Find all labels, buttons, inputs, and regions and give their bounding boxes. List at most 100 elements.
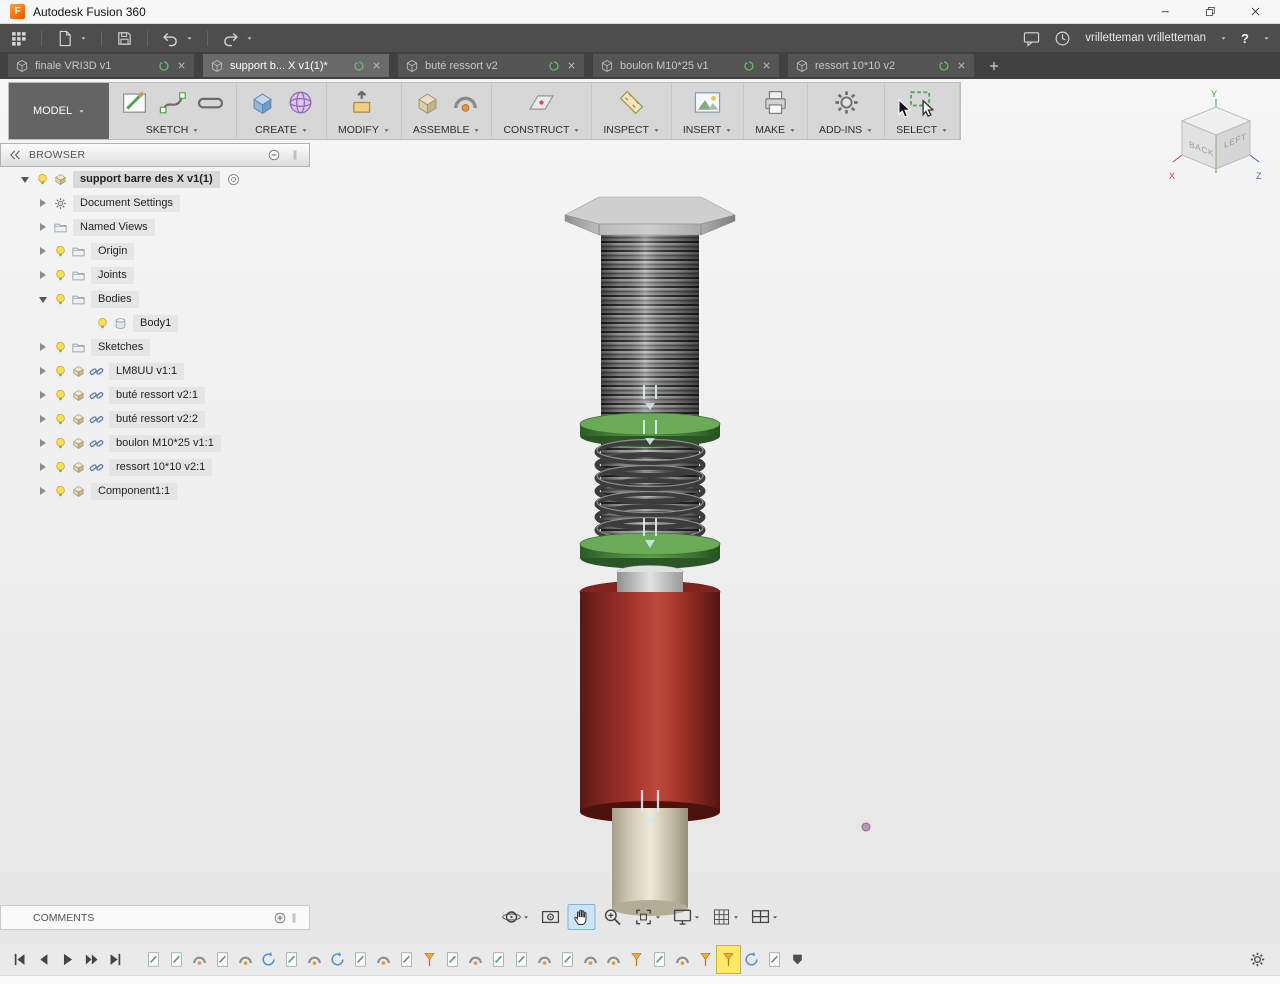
expand-icon[interactable] <box>38 486 49 497</box>
bolt-head[interactable] <box>564 196 736 236</box>
create-sketch-button[interactable] <box>120 88 149 122</box>
spring-stop-lower[interactable] <box>579 532 721 569</box>
smooth-rod-collar[interactable] <box>616 565 684 593</box>
bulb-icon[interactable] <box>53 436 68 451</box>
ribbon-group-dropdown[interactable]: ADD-INS <box>819 122 873 136</box>
document-tab[interactable]: finale VRI3D v1 <box>8 54 194 77</box>
sync-status-icon[interactable] <box>158 60 170 72</box>
expand-icon[interactable] <box>38 390 49 401</box>
ribbon-group-dropdown[interactable]: INSPECT <box>603 122 660 136</box>
bulb-icon[interactable] <box>53 460 68 475</box>
timeline-feature-motion[interactable] <box>740 946 763 973</box>
collapse-icon[interactable] <box>20 174 31 185</box>
timeline-feature-motion[interactable] <box>326 946 349 973</box>
bulb-icon[interactable] <box>53 484 68 499</box>
new-component-button[interactable] <box>413 88 442 122</box>
job-status-icon[interactable] <box>1054 30 1071 47</box>
browser-item[interactable]: ressort 10*10 v2:1 <box>0 455 310 479</box>
timeline-feature-joint[interactable] <box>602 946 625 973</box>
ribbon-group-dropdown[interactable]: SKETCH <box>146 122 200 136</box>
construct-plane-button[interactable] <box>527 88 556 122</box>
timeline-feature-sketch[interactable] <box>349 946 372 973</box>
bulb-icon[interactable] <box>53 388 68 403</box>
close-x-icon[interactable] <box>371 60 382 71</box>
close-x-icon[interactable] <box>566 60 577 71</box>
timeline-feature-joint[interactable] <box>671 946 694 973</box>
app-grid-icon[interactable] <box>10 30 27 47</box>
help-menu[interactable]: ? <box>1241 31 1249 46</box>
user-caret-icon[interactable] <box>1220 35 1227 42</box>
viewports-button[interactable] <box>747 904 783 930</box>
extrude-button[interactable] <box>248 88 277 122</box>
make-print-button[interactable] <box>761 88 790 122</box>
timeline-feature-origin[interactable] <box>418 946 441 973</box>
expand-icon[interactable] <box>38 198 49 209</box>
collapse-icon[interactable] <box>38 294 49 305</box>
insert-image-button[interactable] <box>693 88 722 122</box>
ribbon-group-dropdown[interactable]: MODIFY <box>338 122 390 136</box>
comments-grip-icon[interactable] <box>287 911 301 925</box>
timeline-feature-sketch[interactable] <box>395 946 418 973</box>
undo-icon[interactable] <box>162 30 179 47</box>
expand-icon[interactable] <box>38 270 49 281</box>
bulb-icon[interactable] <box>35 172 50 187</box>
browser-item[interactable]: Named Views <box>0 215 310 239</box>
timeline-feature-joint[interactable] <box>303 946 326 973</box>
model-canvas[interactable]: MODEL SKETCH CREATE MODIFY ASSEMBLE CONSTRUC… <box>0 79 1280 944</box>
go-to-end-button[interactable] <box>104 948 126 972</box>
step-forward-button[interactable] <box>80 948 102 972</box>
document-tab[interactable]: support b... X v1(1)* <box>203 54 389 77</box>
expand-icon[interactable] <box>38 462 49 473</box>
look-at-button[interactable] <box>537 904 565 930</box>
browser-item[interactable]: Component1:1 <box>0 479 310 503</box>
timeline-feature-sketch[interactable] <box>165 946 188 973</box>
zoom-button[interactable] <box>599 904 627 930</box>
bulb-icon[interactable] <box>53 268 68 283</box>
browser-item[interactable]: buté ressort v2:1 <box>0 383 310 407</box>
spline-button[interactable] <box>158 88 187 122</box>
step-back-button[interactable] <box>32 948 54 972</box>
document-tab[interactable]: boulon M10*25 v1 <box>593 54 779 77</box>
timeline-feature-sketch[interactable] <box>211 946 234 973</box>
browser-item[interactable]: Sketches <box>0 335 310 359</box>
timeline-feature-sketch[interactable] <box>441 946 464 973</box>
restore-icon[interactable] <box>1204 5 1217 18</box>
timeline-feature-sketch[interactable] <box>763 946 786 973</box>
close-icon[interactable] <box>1249 5 1262 18</box>
redo-caret-icon[interactable] <box>246 35 253 42</box>
close-x-icon[interactable] <box>176 60 187 71</box>
fit-button[interactable] <box>630 904 666 930</box>
expand-icon[interactable] <box>38 438 49 449</box>
expand-icon[interactable] <box>38 222 49 233</box>
timeline-feature-sketch[interactable] <box>648 946 671 973</box>
sync-status-icon[interactable] <box>353 60 365 72</box>
add-comment-icon[interactable] <box>273 911 287 925</box>
browser-item[interactable]: Joints <box>0 263 310 287</box>
browser-item[interactable]: boulon M10*25 v1:1 <box>0 431 310 455</box>
timeline-feature-origin[interactable] <box>625 946 648 973</box>
timeline-feature-joint[interactable] <box>464 946 487 973</box>
close-x-icon[interactable] <box>761 60 772 71</box>
timeline-feature-joint[interactable] <box>533 946 556 973</box>
sync-status-icon[interactable] <box>743 60 755 72</box>
timeline-feature-sketch[interactable] <box>487 946 510 973</box>
play-button[interactable] <box>56 948 78 972</box>
notifications-icon[interactable] <box>1023 30 1040 47</box>
bulb-icon[interactable] <box>95 316 110 331</box>
timeline-feature-sketch[interactable] <box>280 946 303 973</box>
panel-grip-icon[interactable] <box>288 148 302 162</box>
bulb-icon[interactable] <box>53 292 68 307</box>
user-menu[interactable]: vrilletteman vrilletteman <box>1085 32 1206 44</box>
timeline-feature-sketch[interactable] <box>556 946 579 973</box>
timeline-settings-icon[interactable] <box>1249 951 1266 968</box>
timeline-feature-joint[interactable] <box>579 946 602 973</box>
timeline-feature-origin[interactable] <box>716 945 741 974</box>
timeline-scrubber-icon[interactable] <box>791 950 804 970</box>
document-tab[interactable]: buté ressort v2 <box>398 54 584 77</box>
display-settings-button[interactable] <box>669 904 705 930</box>
timeline-feature-sketch[interactable] <box>510 946 533 973</box>
file-caret-icon[interactable] <box>80 35 87 42</box>
bulb-icon[interactable] <box>53 412 68 427</box>
expand-icon[interactable] <box>38 366 49 377</box>
browser-item[interactable]: buté ressort v2:2 <box>0 407 310 431</box>
